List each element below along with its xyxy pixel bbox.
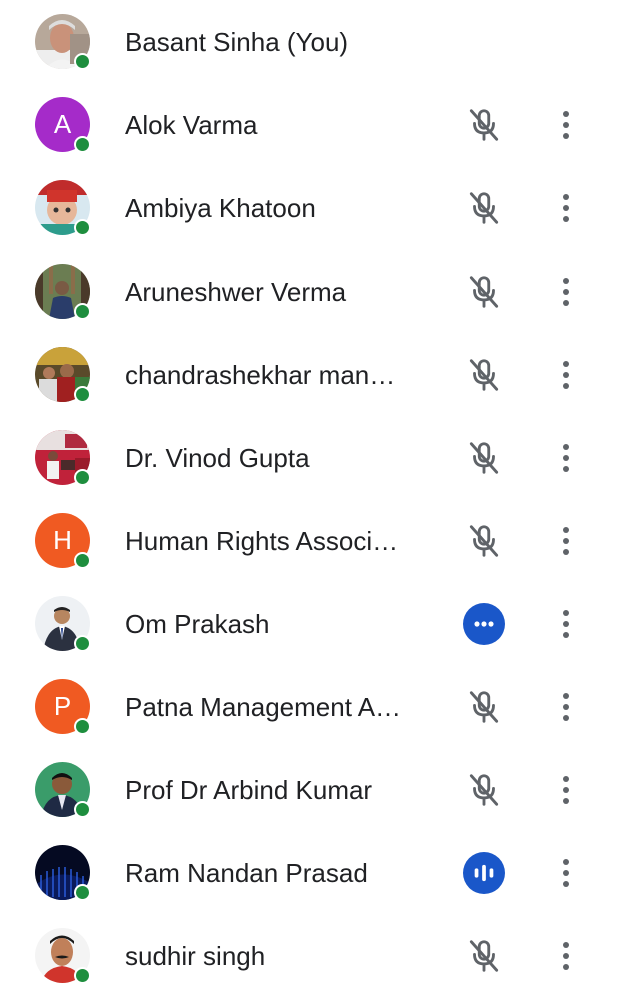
mic-off-icon xyxy=(462,436,506,480)
online-presence-dot xyxy=(74,635,91,652)
participant-row[interactable]: Basant Sinha (You) xyxy=(0,0,622,83)
more-vert-icon xyxy=(562,775,570,805)
participant-row[interactable]: Dr. Vinod Gupta xyxy=(0,416,622,499)
participant-row[interactable]: chandrashekhar man… xyxy=(0,333,622,416)
more-options-button[interactable] xyxy=(552,105,580,145)
more-vert-icon xyxy=(562,858,570,888)
more-vert-icon xyxy=(562,360,570,390)
avatar-container: H xyxy=(35,513,91,569)
online-presence-dot xyxy=(74,386,91,403)
avatar-initial: A xyxy=(53,109,72,139)
more-options-button[interactable] xyxy=(552,272,580,312)
mic-off-icon xyxy=(462,270,506,314)
participant-name: Ram Nandan Prasad xyxy=(125,858,368,888)
more-vert-icon xyxy=(562,941,570,971)
avatar-initial: H xyxy=(53,525,72,555)
participant-row[interactable]: Ram Nandan Prasad xyxy=(0,831,622,914)
audio-level-icon xyxy=(463,852,505,894)
participant-row[interactable]: Ambiya Khatoon xyxy=(0,166,622,249)
more-options-button[interactable] xyxy=(552,521,580,561)
more-options-button[interactable] xyxy=(552,936,580,976)
more-vert-icon xyxy=(562,526,570,556)
mic-off-icon xyxy=(462,519,506,563)
more-horizontal-icon xyxy=(463,603,505,645)
participant-name: Basant Sinha (You) xyxy=(125,27,349,57)
participant-row[interactable]: H Human Rights Associ… xyxy=(0,499,622,582)
online-presence-dot xyxy=(74,552,91,569)
more-vert-icon xyxy=(562,443,570,473)
avatar-container xyxy=(35,762,91,818)
participant-name: Alok Varma xyxy=(125,110,258,140)
online-presence-dot xyxy=(74,469,91,486)
participant-name: Om Prakash xyxy=(125,609,270,639)
avatar-initial: P xyxy=(53,691,72,721)
participant-row[interactable]: sudhir singh xyxy=(0,914,622,997)
mic-off-icon xyxy=(462,768,506,812)
more-vert-icon xyxy=(562,277,570,307)
more-vert-icon xyxy=(562,609,570,639)
avatar-container xyxy=(35,14,91,70)
mic-off-icon xyxy=(462,934,506,978)
more-options-button[interactable] xyxy=(552,853,580,893)
more-options-button[interactable] xyxy=(552,687,580,727)
online-presence-dot xyxy=(74,136,91,153)
avatar-container xyxy=(35,596,91,652)
more-vert-icon xyxy=(562,193,570,223)
avatar-container xyxy=(35,845,91,901)
participant-name: Prof Dr Arbind Kumar xyxy=(125,775,373,805)
online-presence-dot xyxy=(74,884,91,901)
more-options-button[interactable] xyxy=(552,604,580,644)
participant-row[interactable]: A Alok Varma xyxy=(0,83,622,166)
more-options-button[interactable] xyxy=(552,438,580,478)
online-presence-dot xyxy=(74,303,91,320)
more-options-button[interactable] xyxy=(552,770,580,810)
mic-off-icon xyxy=(462,685,506,729)
online-presence-dot xyxy=(74,219,91,236)
status-badge xyxy=(462,602,506,646)
avatar-container xyxy=(35,347,91,403)
participant-name: Ambiya Khatoon xyxy=(125,193,316,223)
participant-row[interactable]: Om Prakash xyxy=(0,582,622,665)
more-vert-icon xyxy=(562,692,570,722)
online-presence-dot xyxy=(74,718,91,735)
participants-list: Basant Sinha (You) A Alok Varma Ambiya K… xyxy=(0,0,622,1003)
participant-name: chandrashekhar man… xyxy=(125,360,396,390)
avatar-container xyxy=(35,430,91,486)
participant-name: Dr. Vinod Gupta xyxy=(125,443,310,473)
participant-name: Patna Management A… xyxy=(125,692,402,722)
participant-row[interactable]: Prof Dr Arbind Kumar xyxy=(0,748,622,831)
online-presence-dot xyxy=(74,967,91,984)
participant-row[interactable]: P Patna Management A… xyxy=(0,665,622,748)
avatar-container: A xyxy=(35,97,91,153)
online-presence-dot xyxy=(74,53,91,70)
mic-off-icon xyxy=(462,103,506,147)
avatar-container xyxy=(35,180,91,236)
more-vert-icon xyxy=(562,110,570,140)
mic-off-icon xyxy=(462,353,506,397)
more-options-button[interactable] xyxy=(552,355,580,395)
avatar-container xyxy=(35,928,91,984)
participant-name: Aruneshwer Verma xyxy=(125,277,347,307)
mic-off-icon xyxy=(462,186,506,230)
status-badge xyxy=(462,851,506,895)
more-options-button[interactable] xyxy=(552,188,580,228)
participant-row[interactable]: Aruneshwer Verma xyxy=(0,250,622,333)
avatar-container xyxy=(35,264,91,320)
participant-name: Human Rights Associ… xyxy=(125,526,399,556)
online-presence-dot xyxy=(74,801,91,818)
participant-name: sudhir singh xyxy=(125,941,266,971)
avatar-container: P xyxy=(35,679,91,735)
